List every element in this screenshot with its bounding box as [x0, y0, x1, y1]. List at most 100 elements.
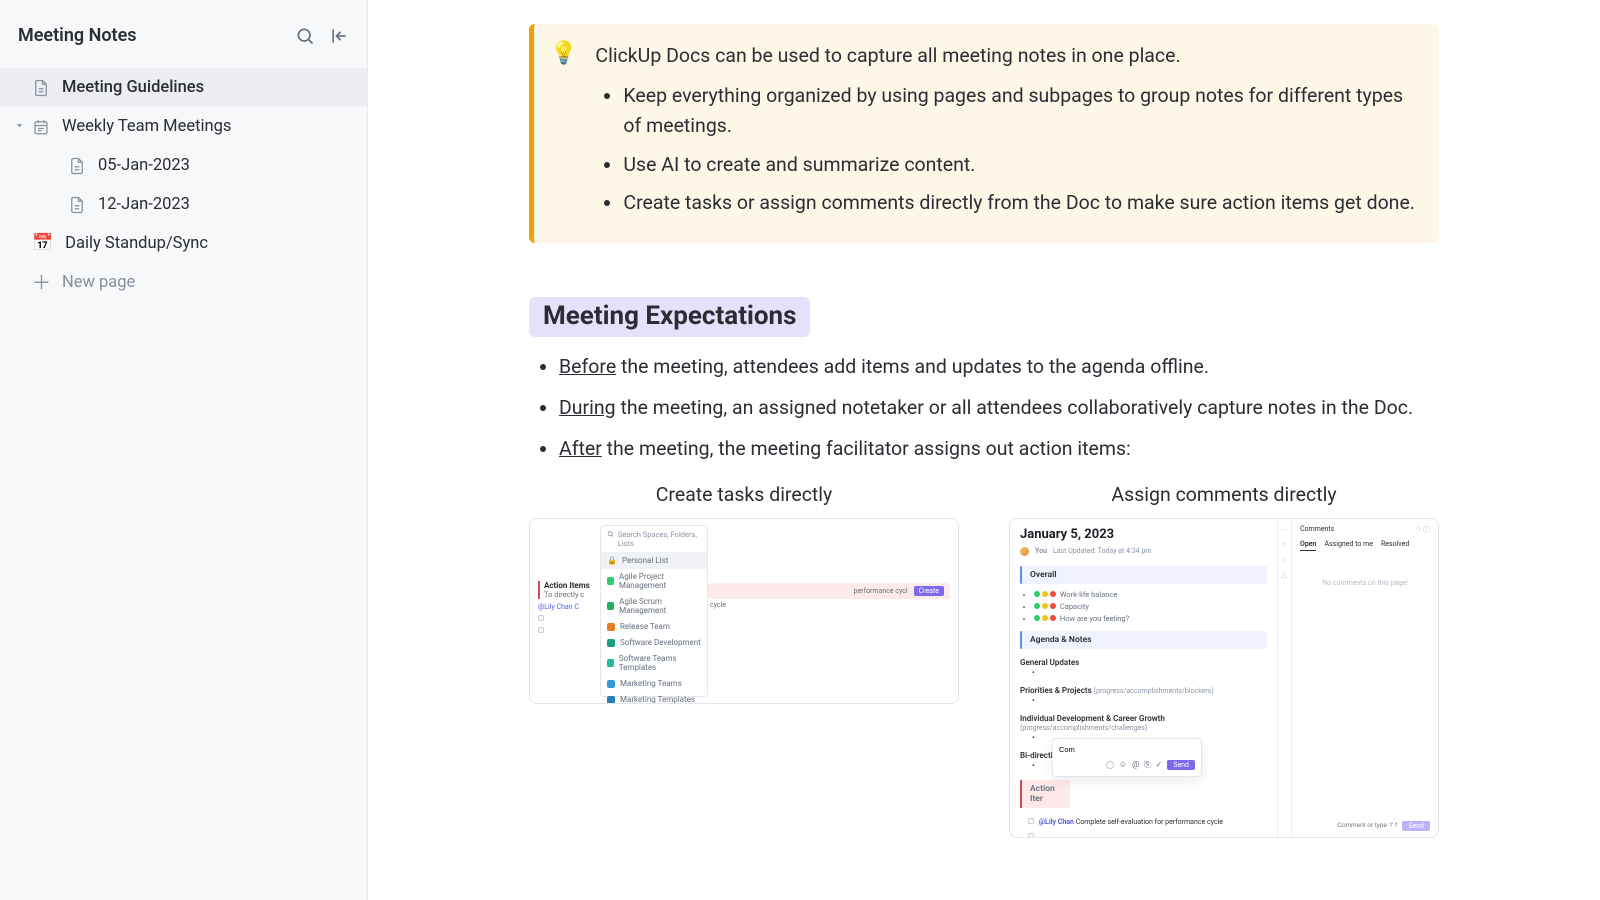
mock2-vertical-icons: ⋯ ○ ○ △	[1278, 519, 1292, 837]
callout-bullet: Keep everything organized by using pages…	[623, 81, 1415, 141]
sidebar-nav: Meeting Guidelines Weekly Team Meetings …	[0, 68, 367, 302]
mock1-space-row: Marketing Teams	[601, 676, 707, 692]
sidebar: Meeting Notes Meeting Guidelines Weekly …	[0, 0, 368, 900]
document-icon	[68, 157, 86, 175]
expectation-item: Before the meeting, attendees add items …	[559, 351, 1439, 382]
mock1-personal-list: 🔒 Personal List	[601, 553, 707, 569]
collapse-sidebar-icon[interactable]	[329, 26, 349, 46]
plus-icon: ＋	[32, 273, 50, 292]
tab-assigned: Assigned to me	[1324, 540, 1373, 551]
nav-item-weekly-team-meetings[interactable]: Weekly Team Meetings	[0, 107, 367, 146]
mock2-meta: You Last Updated: Today at 4:34 pm	[1020, 547, 1267, 556]
mock2-status-item: How are you feeling?	[1034, 614, 1267, 623]
nav-item-daily-standup[interactable]: 📅 Daily Standup/Sync	[0, 224, 367, 263]
chevron-down-icon[interactable]	[14, 117, 25, 136]
mock1-mention: @Lily Chan C	[538, 603, 596, 611]
circle-icon: ○	[1282, 540, 1287, 549]
nav-label: Weekly Team Meetings	[62, 117, 231, 136]
mock1-left: Action Items To directly c @Lily Chan C	[530, 519, 600, 703]
document-body[interactable]: 💡 ClickUp Docs can be used to capture al…	[529, 0, 1439, 900]
column-create-tasks: Create tasks directly Action Items To di…	[529, 483, 959, 838]
emoji-icon: ☺	[1119, 760, 1127, 769]
lock-icon: 🔒	[607, 556, 617, 565]
nav-item-12-jan[interactable]: 12-Jan-2023	[0, 185, 367, 224]
mock1-space-row: Release Team	[601, 619, 707, 635]
expectation-lead: Before	[559, 355, 616, 378]
checkbox-icon	[1028, 833, 1034, 838]
mock1-line: cycle	[708, 601, 950, 609]
task-icon: ✓	[1156, 760, 1163, 769]
expectation-lead: After	[559, 437, 602, 460]
circle-icon: ○	[1282, 555, 1287, 564]
nav-item-meeting-guidelines[interactable]: Meeting Guidelines	[0, 68, 367, 107]
expectation-rest: the meeting, attendees add items and upd…	[616, 355, 1209, 378]
checkbox-icon	[538, 627, 544, 633]
columns: Create tasks directly Action Items To di…	[529, 483, 1439, 838]
expectation-rest: the meeting, the meeting facilitator ass…	[602, 437, 1131, 460]
mock2-status-item: Capacity	[1034, 602, 1267, 611]
mock1-space-row: Software Teams Templates	[601, 651, 707, 676]
mock2-comment-popup: ☺ @ ⎘ ✓ Send	[1052, 738, 1202, 777]
tab-open: Open	[1300, 540, 1316, 551]
assignee-icon	[1106, 761, 1114, 769]
callout-bullet: Use AI to create and summarize content.	[623, 150, 1415, 180]
circle-icon: △	[1281, 570, 1287, 579]
settings-icon: ⋯	[1281, 525, 1289, 534]
mock2-bullet: •	[1020, 668, 1267, 677]
mock2-subheading: General Updates	[1020, 658, 1267, 667]
mock1-action-card: Action Items To directly c	[538, 581, 596, 599]
mock1-card-sub: To directly c	[544, 590, 584, 599]
mock2-subheading: Priorities & Projects (progress/accompli…	[1020, 686, 1267, 695]
mock2-status-list: Work-life balance Capacity How are you f…	[1020, 590, 1267, 623]
lightbulb-icon: 💡	[550, 41, 577, 226]
mock1-space-row: Marketing Templates	[601, 692, 707, 704]
mock2-comment-input	[1059, 745, 1195, 754]
nav-item-new-page[interactable]: ＋ New page	[0, 263, 367, 302]
mock1-personal-label: Personal List	[622, 556, 668, 565]
callout-intro: ClickUp Docs can be used to capture all …	[595, 41, 1415, 71]
mock2-footer-send: Send	[1402, 821, 1430, 831]
mock1-space-picker: Search Spaces, Folders, Lists 🔒 Personal…	[600, 525, 708, 697]
mock2-main: January 5, 2023 You Last Updated: Today …	[1010, 519, 1278, 837]
mock2-assign-text: Complete self-evaluation for performance…	[1076, 818, 1223, 826]
mock1-search-placeholder: Search Spaces, Folders, Lists	[618, 530, 701, 548]
column-title: Create tasks directly	[529, 483, 959, 506]
calendar-lines-icon	[32, 118, 50, 136]
calendar-emoji-icon: 📅	[32, 235, 53, 252]
mock2-heading-agenda: Agenda & Notes	[1020, 631, 1267, 649]
mock2-assign-line: @Lily Chan Complete self-evaluation for …	[1020, 814, 1267, 826]
column-title: Assign comments directly	[1009, 483, 1439, 506]
mock2-tabs: Open Assigned to me Resolved	[1300, 540, 1430, 551]
mock1-create-pill: performance cycl Create	[708, 583, 950, 599]
expectations-list: Before the meeting, attendees add items …	[529, 351, 1439, 465]
callout-bullets: Keep everything organized by using pages…	[595, 81, 1415, 218]
section-heading[interactable]: Meeting Expectations	[529, 297, 810, 337]
avatar-icon	[1020, 547, 1029, 556]
tab-resolved: Resolved	[1381, 540, 1409, 551]
main-content: 💡 ClickUp Docs can be used to capture al…	[368, 0, 1600, 900]
nav-item-05-jan[interactable]: 05-Jan-2023	[0, 146, 367, 185]
mock2-empty-state: No comments on this page!	[1300, 579, 1430, 587]
nav-label: New page	[62, 273, 135, 292]
at-icon: @	[1132, 760, 1139, 769]
mock-create-task: Action Items To directly c @Lily Chan C …	[529, 518, 959, 704]
mock1-card-title: Action Items	[544, 581, 590, 590]
search-icon[interactable]	[295, 26, 315, 46]
column-assign-comments: Assign comments directly January 5, 2023…	[1009, 483, 1439, 838]
mock1-space-row: Agile Project Management	[601, 569, 707, 594]
expectation-lead: During	[559, 396, 616, 419]
nav-label: 12-Jan-2023	[98, 195, 190, 214]
nav-label: 05-Jan-2023	[98, 156, 190, 175]
nav-label: Meeting Guidelines	[62, 78, 204, 97]
expectation-item: During the meeting, an assigned notetake…	[559, 392, 1439, 423]
mock1-right: performance cycl Create cycle	[708, 519, 958, 703]
expectation-item: After the meeting, the meeting facilitat…	[559, 433, 1439, 464]
mock2-title: January 5, 2023	[1020, 527, 1267, 542]
callout-body: ClickUp Docs can be used to capture all …	[595, 41, 1415, 226]
callout-block[interactable]: 💡 ClickUp Docs can be used to capture al…	[529, 24, 1439, 243]
mock1-search: Search Spaces, Folders, Lists	[601, 526, 707, 553]
mock2-action-heading: Action Iter	[1020, 780, 1070, 808]
mock-assign-comments: January 5, 2023 You Last Updated: Today …	[1009, 518, 1439, 838]
sidebar-title: Meeting Notes	[18, 25, 295, 46]
mock1-space-row: Software Development	[601, 635, 707, 651]
